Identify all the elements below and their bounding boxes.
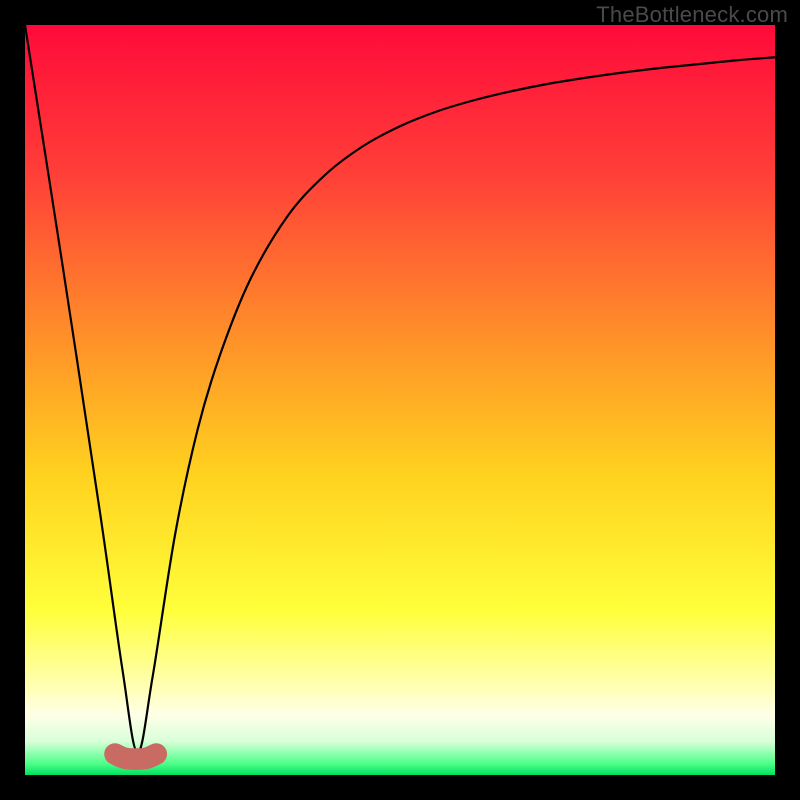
- chart-frame: TheBottleneck.com: [0, 0, 800, 800]
- watermark-text: TheBottleneck.com: [596, 2, 788, 28]
- plot-area: [25, 25, 775, 775]
- gradient-background: [25, 25, 775, 775]
- bottleneck-chart: [25, 25, 775, 775]
- optimal-range-marker: [115, 754, 156, 759]
